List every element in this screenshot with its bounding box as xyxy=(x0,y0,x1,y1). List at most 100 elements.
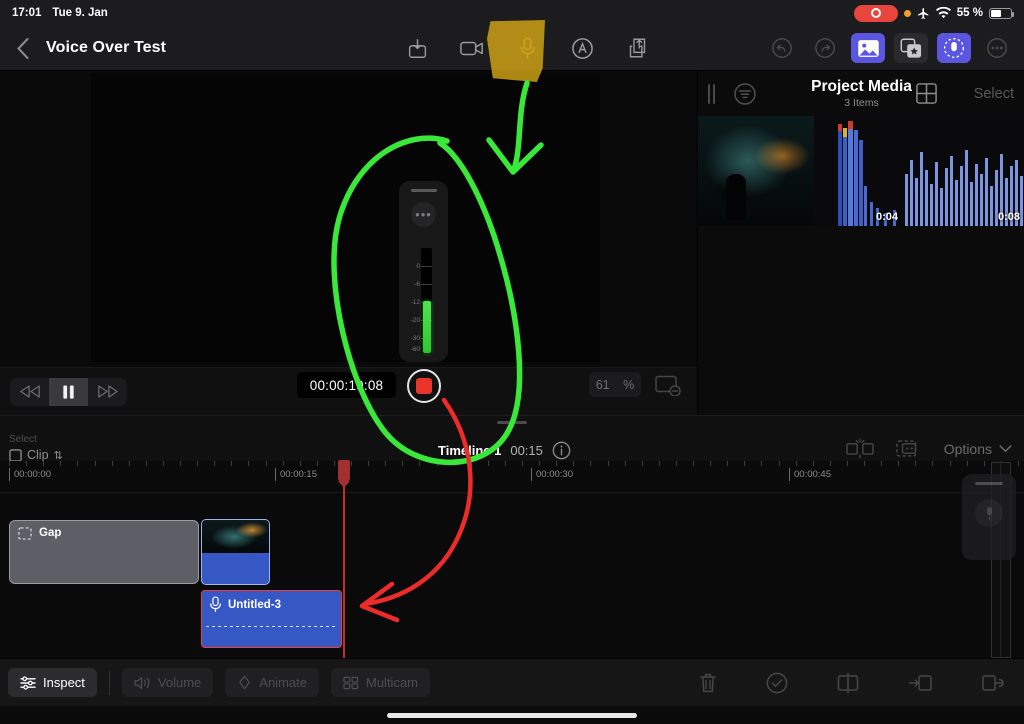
playhead-timecode[interactable]: 00:00:19:08 xyxy=(297,372,396,398)
import-icon[interactable] xyxy=(400,33,434,63)
panel-drag-handle[interactable] xyxy=(975,482,1003,485)
effects-icon[interactable] xyxy=(894,33,928,63)
timeline-title-group: Timeline 1 00:15 xyxy=(438,441,571,460)
ruler-tick xyxy=(675,461,677,466)
ruler-tick xyxy=(333,461,335,466)
ruler-tick xyxy=(402,461,404,466)
transport-controls xyxy=(10,377,127,406)
playhead[interactable] xyxy=(338,460,350,658)
meter-label-12: -12 xyxy=(410,299,420,306)
panel-resize-handle[interactable] xyxy=(708,83,715,104)
share-icon[interactable] xyxy=(620,33,654,63)
zoom-unit: % xyxy=(623,377,635,392)
select-button[interactable]: Select xyxy=(974,86,1014,102)
timeline-ruler[interactable]: 00:00:00 00:00:15 00:00:30 00:00:45 xyxy=(0,461,1024,493)
more-icon[interactable] xyxy=(980,33,1014,63)
stop-record-button[interactable] xyxy=(407,369,441,403)
viewer-options-icon[interactable] xyxy=(655,374,681,396)
ruler-tick xyxy=(26,461,28,466)
meter-label-60: -60 xyxy=(410,346,420,353)
yellow-highlight-annotation xyxy=(487,20,545,82)
zoom-value: 61 xyxy=(595,377,610,392)
ruler-tick xyxy=(829,461,831,466)
zoom-level-control[interactable]: 61 % xyxy=(589,372,641,397)
audio-meter-icon[interactable] xyxy=(937,33,971,63)
microphone-icon[interactable] xyxy=(975,499,1003,527)
gap-icon xyxy=(18,527,32,540)
ruler-tick xyxy=(556,461,558,466)
playhead-handle[interactable] xyxy=(338,460,350,488)
fast-forward-icon[interactable] xyxy=(88,378,127,406)
ruler-tick xyxy=(419,461,421,466)
camera-icon[interactable] xyxy=(455,33,489,63)
audio-tool-icon[interactable] xyxy=(565,33,599,63)
ruler-tick xyxy=(60,461,62,466)
ruler-tick xyxy=(949,461,951,466)
trash-icon[interactable] xyxy=(698,672,718,694)
multicam-button[interactable]: Multicam xyxy=(331,668,431,697)
grid-view-icon[interactable] xyxy=(915,82,938,105)
info-icon[interactable] xyxy=(552,441,571,460)
panel-drag-handle[interactable] xyxy=(410,189,437,192)
clip-mode-selector[interactable]: Clip ⇅ xyxy=(9,448,63,462)
project-media-panel: Project Media 3 Items Select 0:04 0:08 xyxy=(697,71,1024,415)
mic-in-use-dot-icon xyxy=(903,9,911,17)
video-preview[interactable] xyxy=(91,73,600,362)
audio-meter-panel[interactable]: ••• 0 -6 -12 -20 -30 -60 xyxy=(399,181,448,362)
inspect-button[interactable]: Inspect xyxy=(8,668,97,697)
status-date: Tue 9. Jan xyxy=(52,7,108,19)
airplane-mode-icon xyxy=(917,7,929,19)
ruler-tick xyxy=(214,461,216,466)
ruler-tick xyxy=(983,461,985,466)
ruler-tick xyxy=(641,461,643,466)
extract-clip-icon[interactable] xyxy=(981,672,1006,694)
ruler-tick xyxy=(368,461,370,466)
back-button[interactable] xyxy=(0,37,46,59)
media-item-audio[interactable]: 0:04 xyxy=(814,116,903,226)
media-item-audio[interactable]: 0:08 xyxy=(903,116,1024,226)
timeline-clip-video[interactable] xyxy=(201,519,270,585)
options-button[interactable]: Options xyxy=(944,441,1012,457)
pause-icon[interactable] xyxy=(49,377,88,406)
timeline-name: Timeline 1 xyxy=(438,443,502,458)
media-browser-icon[interactable] xyxy=(851,33,885,63)
meter-scale: 0 -6 -12 -20 -30 -60 xyxy=(399,246,448,356)
split-icon[interactable] xyxy=(845,438,874,459)
chevron-left-icon xyxy=(17,37,29,59)
meter-label-0: 0 xyxy=(416,263,420,270)
redo-icon[interactable] xyxy=(808,33,842,63)
meter-label-30: -30 xyxy=(410,335,420,342)
meter-tick xyxy=(421,284,432,285)
ruler-tick xyxy=(351,461,352,466)
animate-icon xyxy=(239,675,251,690)
filter-icon[interactable] xyxy=(733,82,757,106)
timeline-clip-gap[interactable]: Gap xyxy=(9,520,199,584)
undo-icon[interactable] xyxy=(765,33,799,63)
insert-clip-icon[interactable] xyxy=(908,672,933,694)
home-indicator xyxy=(387,713,637,718)
rewind-icon[interactable] xyxy=(10,378,49,406)
animate-button[interactable]: Animate xyxy=(225,668,319,697)
check-circle-icon[interactable] xyxy=(766,672,788,694)
split-clip-icon[interactable] xyxy=(836,671,860,694)
media-duration: 0:04 xyxy=(875,211,898,223)
duplicate-icon[interactable] xyxy=(895,438,922,459)
volume-button[interactable]: Volume xyxy=(121,668,214,697)
timeline-clip-audio[interactable]: Untitled-3 xyxy=(201,590,342,648)
clip-label: Gap xyxy=(39,527,62,539)
project-media-header: Project Media 3 Items Select xyxy=(698,71,1024,116)
ruler-tick xyxy=(710,461,712,466)
meter-more-button[interactable]: ••• xyxy=(411,202,436,227)
ruler-label: 00:00:00 xyxy=(9,468,51,481)
bottom-right-buttons xyxy=(698,671,1006,694)
clip-thumbnail xyxy=(202,520,269,553)
waveform-graphic xyxy=(838,121,896,226)
floating-record-panel[interactable] xyxy=(962,474,1016,560)
ruler-tick xyxy=(624,461,626,466)
ruler-tick xyxy=(504,461,506,466)
media-item-video[interactable] xyxy=(698,116,814,226)
timeline-drag-handle[interactable] xyxy=(497,421,527,424)
ipad-video-editor-screen: 17:01 Tue 9. Jan 55 % Voice Over Test ••… xyxy=(0,0,1024,724)
microphone-icon xyxy=(210,596,221,613)
ruler-tick xyxy=(128,461,130,466)
